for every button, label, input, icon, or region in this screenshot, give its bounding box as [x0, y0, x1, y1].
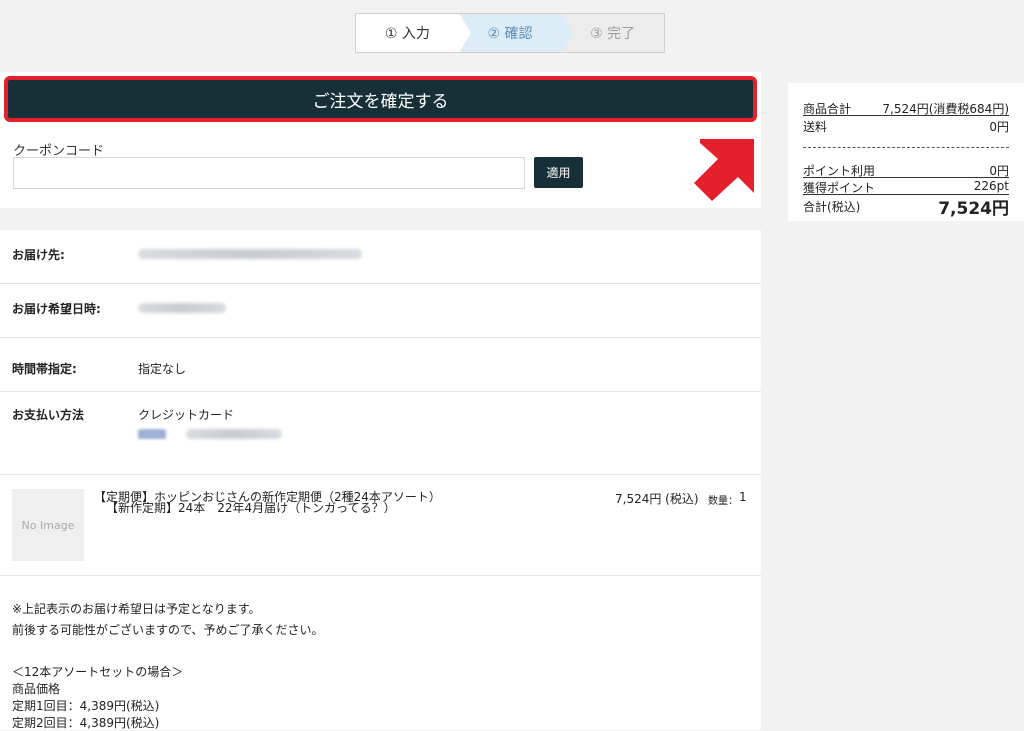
time-label: 時間帯指定:: [12, 362, 77, 376]
summary-divider: [803, 177, 1009, 178]
summary-shipping-label: 送料: [803, 120, 828, 134]
summary-shipping-value: 0円: [989, 120, 1009, 134]
confirm-order-button[interactable]: ご注文を確定する: [4, 76, 757, 122]
summary-divider: [803, 115, 1009, 116]
note-line-2: 前後する可能性がございますので、予めご了承ください。: [12, 623, 324, 637]
address-value-redacted: [138, 248, 362, 262]
order-summary: 商品合計 7,524円(消費税684円) 送料 0円 ポイント利用 0円 獲得ポ…: [788, 83, 1024, 221]
confirm-panel: ご注文を確定する クーポンコード 適用: [0, 72, 761, 208]
note-line-5: 定期1回目：4,389円(税込): [12, 699, 160, 713]
step-complete: ③ 完了: [561, 14, 665, 52]
detail-row-time: 時間帯指定: 指定なし: [0, 338, 761, 392]
summary-total-row: 合計(税込) 7,524円: [803, 194, 1009, 219]
step-complete-label: ③ 完了: [590, 26, 636, 42]
delivery-date-label: お届け希望日時:: [12, 302, 101, 316]
product-qty: 1: [739, 490, 747, 504]
address-label: お届け先:: [12, 248, 65, 262]
product-row: No Image 【定期便】ホッピンおじさんの新作定期便（2種24本アソート） …: [0, 475, 761, 576]
card-brand-icon: [138, 429, 166, 439]
summary-shipping-row: 送料 0円: [803, 118, 1009, 135]
delivery-date-value-redacted: [138, 302, 226, 316]
note-line-1: ※上記表示のお届け希望日は予定となります。: [12, 602, 261, 616]
step-arrow: [458, 13, 471, 53]
note-line-4: 商品価格: [12, 682, 61, 696]
detail-row-delivery-date: お届け希望日時:: [0, 284, 761, 338]
product-price: 7,524円 (税込): [615, 492, 699, 506]
step-confirm-label: ② 確認: [487, 26, 533, 42]
summary-dashed-divider: [803, 147, 1009, 148]
checkout-stepper: ① 入力 ② 確認 ③ 完了: [355, 13, 665, 53]
note-line-3: ＜12本アソートセットの場合＞: [12, 665, 184, 679]
note-line-6: 定期2回目：4,389円(税込): [12, 716, 160, 730]
order-details: お届け先: お届け希望日時: 時間帯指定: 指定なし お支払い方法 クレジットカ…: [0, 230, 761, 730]
step-arrow: [561, 13, 574, 53]
payment-label: お支払い方法: [12, 408, 85, 422]
pointer-arrow-icon: [694, 139, 754, 201]
apply-coupon-button[interactable]: 適用: [534, 157, 583, 188]
step-confirm: ② 確認: [458, 13, 574, 53]
summary-total-label: 合計(税込): [803, 200, 861, 214]
summary-total-value: 7,524円: [938, 199, 1009, 219]
detail-row-address: お届け先:: [0, 230, 761, 284]
step-input: ① 入力: [356, 13, 471, 53]
payment-value: クレジットカード: [138, 408, 235, 422]
coupon-input[interactable]: [13, 157, 525, 189]
product-qty-label: 数量：: [708, 496, 738, 507]
product-image: No Image: [12, 489, 84, 561]
time-value: 指定なし: [138, 362, 187, 376]
card-details-redacted: [138, 428, 282, 442]
step-input-label: ① 入力: [384, 26, 430, 42]
product-subtitle: 【新作定期】24本 22年4月届け（トンガってる？）: [106, 502, 396, 513]
detail-row-payment: お支払い方法 クレジットカード: [0, 392, 761, 475]
